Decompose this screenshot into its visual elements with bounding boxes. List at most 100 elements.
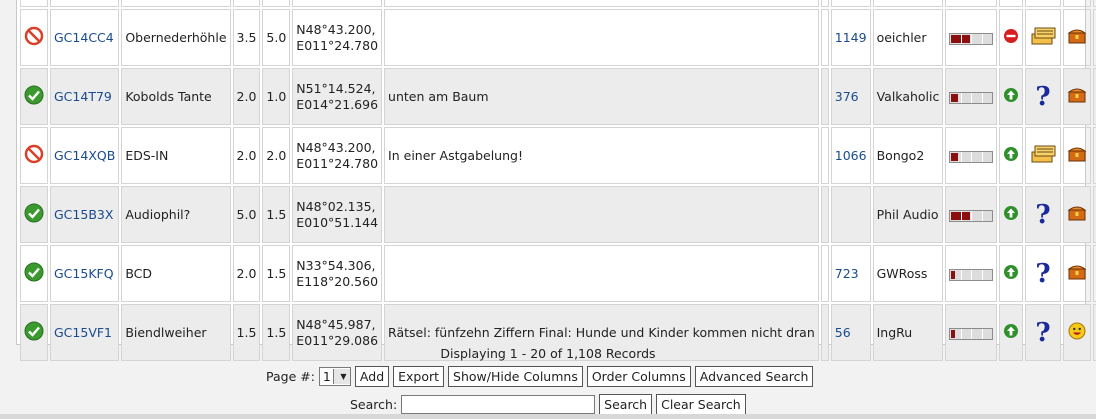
longitude: E118°20.560 [296,273,379,289]
found-count-link[interactable] [830,186,871,243]
size-meter-bar [949,91,994,104]
cache-code-link[interactable]: GC15B3X [50,186,120,243]
clear-search-button[interactable]: Clear Search [656,394,746,415]
latitude: N48°43.200, [296,21,376,37]
archived-status-icon [20,127,48,184]
latitude: N33°54.306, [296,257,376,273]
empty-cell [820,127,829,184]
mystery-cache-icon: ? [1025,245,1062,302]
size-meter [945,186,998,243]
difficulty-value: 5.0 [232,186,261,243]
table-top-edge [20,0,1096,7]
terrain-value: 2.0 [262,127,291,184]
svg-text:?: ? [1036,200,1051,227]
footer-strip [0,414,1096,419]
cache-code-link[interactable]: GC14XQB [50,127,120,184]
size-meter [945,127,998,184]
cache-code-link[interactable]: GC15KFQ [50,245,120,302]
archived-status-icon [20,9,48,66]
size-meter-bar [949,327,994,340]
longitude: E014°21.696 [296,96,379,112]
terrain-value: 5.0 [262,9,291,66]
add-button[interactable]: Add [354,366,390,387]
found-count-link[interactable]: 376 [830,68,871,125]
longitude: E010°51.144 [296,214,379,230]
owner-name: Bongo2 [872,127,944,184]
difficulty-value: 2.0 [232,68,261,125]
table-row[interactable]: GC15KFQ BCD 2.0 1.5 N33°54.306, E118°20.560 72… [20,245,1096,302]
coordinates: N48°02.135, E010°51.144 [292,186,383,243]
empty-cell [820,9,829,66]
green-arrow-icon [999,127,1024,184]
latitude: N48°02.135, [296,198,376,214]
empty-cell [820,245,829,302]
search-button[interactable]: Search [599,394,653,415]
svg-text:?: ? [1036,82,1051,109]
show-hide-columns-button[interactable]: Show/Hide Columns [448,366,583,387]
cache-name: BCD [121,245,231,302]
table-row[interactable]: GC15B3X Audiophil? 5.0 1.5 N48°02.135, E010°5… [20,186,1096,243]
records-count: Displaying 1 - 20 of 1,108 Records [440,346,656,361]
owner-name: Valkaholic [872,68,944,125]
chevron-down-icon[interactable]: ▼ [332,369,350,384]
multi-cache-icon [1025,127,1062,184]
terrain-value: 1.5 [262,186,291,243]
found-count-link[interactable]: 723 [830,245,871,302]
table-row[interactable]: GC14T79 Kobolds Tante 2.0 1.0 N51°14.524, E01… [20,68,1096,125]
latitude: N48°43.200, [296,139,376,155]
cache-name: Audiophil? [121,186,231,243]
no-entry-icon [999,9,1024,66]
treasure-chest-icon [1063,186,1092,243]
size-meter-bar [949,268,994,281]
longitude: E011°24.780 [296,155,379,171]
size-meter-bar [949,32,994,45]
mystery-cache-icon: ? [1025,186,1062,243]
order-columns-button[interactable]: Order Columns [586,366,691,387]
cache-code-link[interactable]: GC14CC4 [50,9,120,66]
terrain-value: 1.0 [262,68,291,125]
svg-text:?: ? [1036,318,1051,345]
size-meter-bar [949,150,994,163]
size-meter [945,245,998,302]
available-status-icon [20,245,48,302]
treasure-chest-icon [1063,9,1092,66]
found-count-link[interactable]: 1066 [830,127,871,184]
page-select-value: 1 [322,369,331,384]
page-label: Page #: [266,369,315,384]
owner-name: oeichler [872,9,944,66]
found-count-link[interactable]: 1149 [830,9,871,66]
coordinates: N48°43.200, E011°24.780 [292,9,383,66]
advanced-search-button[interactable]: Advanced Search [694,366,814,387]
cache-name: Kobolds Tante [121,68,231,125]
difficulty-value: 2.0 [232,127,261,184]
page-select[interactable]: 1 ▼ [318,367,351,386]
hint-text [384,9,819,66]
table-row[interactable]: GC14XQB EDS-IN 2.0 2.0 N48°43.200, E011°24.78… [20,127,1096,184]
green-arrow-icon [999,245,1024,302]
difficulty-value: 2.0 [232,245,261,302]
toolbar: Page #: 1 ▼ Add Export Show/Hide Columns… [266,366,814,387]
hint-text [384,245,819,302]
longitude: E011°24.780 [296,37,379,53]
table-row[interactable]: GC14CC4 Obernederhöhle 3.5 5.0 N48°43.200, E0… [20,9,1096,66]
available-status-icon [20,186,48,243]
search-input[interactable] [401,395,596,414]
svg-text:?: ? [1036,259,1051,286]
latitude: N48°45.987, [296,316,376,332]
size-meter [945,9,998,66]
export-button[interactable]: Export [393,366,445,387]
cache-name: Obernederhöhle [121,9,231,66]
treasure-chest-icon [1063,68,1092,125]
cache-code-link[interactable]: GC14T79 [50,68,120,125]
coordinates: N51°14.524, E014°21.696 [292,68,383,125]
terrain-value: 1.5 [262,245,291,302]
owner-name: GWRoss [872,245,944,302]
search-bar: Search: Search Clear Search [350,394,746,415]
green-arrow-icon [999,186,1024,243]
empty-cell [820,68,829,125]
coordinates: N48°43.200, E011°24.780 [292,127,383,184]
green-arrow-icon [999,68,1024,125]
results-panel: GC14CC4 Obernederhöhle 3.5 5.0 N48°43.200, E0… [16,0,1096,361]
hint-text: In einer Astgabelung! [384,127,819,184]
hint-text [384,186,819,243]
